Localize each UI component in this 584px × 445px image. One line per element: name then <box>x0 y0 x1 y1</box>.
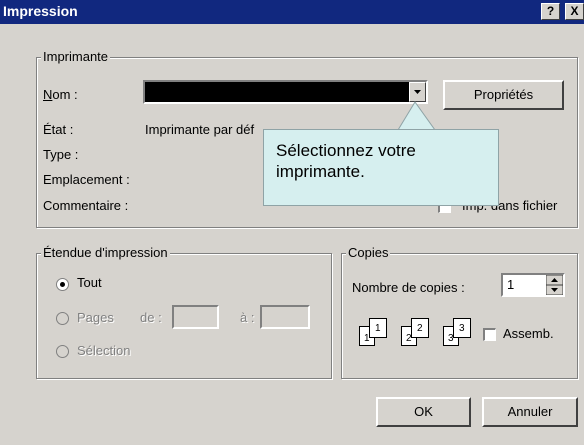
selection-radio[interactable] <box>56 345 69 358</box>
page-icon: 2 <box>411 318 429 338</box>
all-radio[interactable] <box>56 278 69 291</box>
type-label: Type : <box>43 147 79 162</box>
tooltip: Sélectionnez votre imprimante. <box>263 129 499 206</box>
copies-count-label: Nombre de copies : <box>352 280 465 295</box>
from-input[interactable] <box>172 305 219 329</box>
to-label: à : <box>240 310 255 325</box>
pages-radio[interactable] <box>56 312 69 325</box>
tooltip-pointer-icon <box>397 101 436 131</box>
name-label: Nom : <box>43 87 78 102</box>
spin-buttons[interactable] <box>545 274 564 296</box>
dropdown-button[interactable] <box>409 82 426 102</box>
radio-selected-dot <box>60 282 65 287</box>
printer-select[interactable] <box>143 80 428 104</box>
close-button[interactable]: X <box>565 3 584 20</box>
cancel-button[interactable]: Annuler <box>482 397 578 427</box>
properties-button[interactable]: Propriétés <box>443 80 564 110</box>
collate-checkbox[interactable] <box>483 328 496 341</box>
copies-input[interactable]: 1 <box>501 273 565 297</box>
cancel-button-label: Annuler <box>507 404 553 419</box>
selection-label: Sélection <box>77 343 131 358</box>
print-range-label: Étendue d'impression <box>41 245 170 260</box>
state-label: État : <box>43 122 74 137</box>
all-label: Tout <box>77 275 102 290</box>
help-button[interactable]: ? <box>541 3 560 20</box>
pages-label: Pages <box>77 310 114 325</box>
title-bar: Impression ? X <box>0 0 584 24</box>
to-input[interactable] <box>260 305 310 329</box>
location-label: Emplacement : <box>43 172 130 187</box>
ok-button[interactable]: OK <box>376 397 471 427</box>
from-label: de : <box>140 310 162 325</box>
printer-group-label: Imprimante <box>41 49 111 64</box>
comment-label: Commentaire : <box>43 198 129 213</box>
properties-button-label: Propriétés <box>473 87 534 102</box>
copies-value: 1 <box>507 277 515 292</box>
ok-button-label: OK <box>414 404 433 419</box>
spin-arrows-icon <box>545 274 564 296</box>
collate-illustration: 1 1 2 2 3 3 <box>355 316 483 348</box>
page-icon: 3 <box>453 318 471 338</box>
page-icon: 1 <box>369 318 387 338</box>
collate-label: Assemb. <box>503 326 554 341</box>
copies-label: Copies <box>346 245 391 260</box>
tooltip-text: Sélectionnez votre imprimante. <box>276 141 416 181</box>
window-title: Impression <box>3 3 78 19</box>
chevron-down-icon <box>414 90 421 94</box>
state-value: Imprimante par déf <box>145 122 255 137</box>
